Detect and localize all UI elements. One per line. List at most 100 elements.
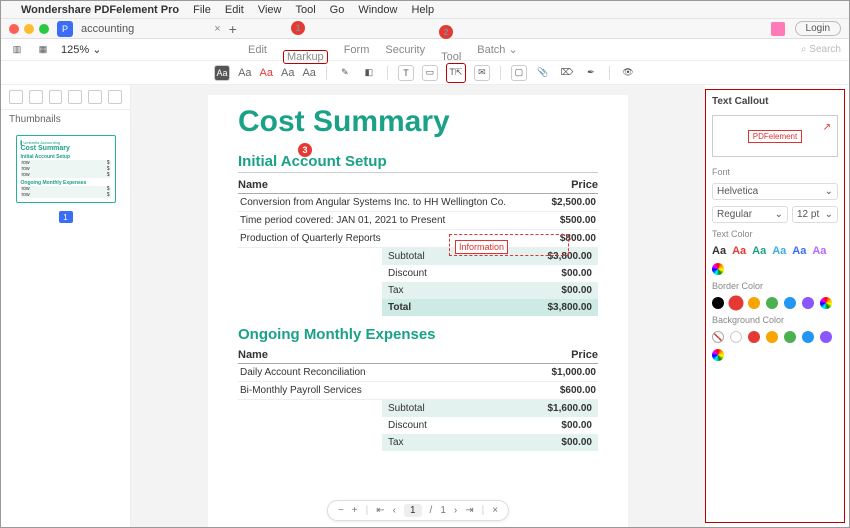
menu-tool[interactable]: Tool: [295, 4, 315, 16]
bg-color-swatch[interactable]: [766, 331, 778, 343]
panel-icon-4[interactable]: [68, 90, 82, 104]
border-color-swatch[interactable]: [712, 297, 724, 309]
tab-close-icon[interactable]: ×: [214, 23, 220, 35]
close-window-icon[interactable]: [9, 24, 19, 34]
page-thumbnail[interactable]: ▌Umbrella Accounting Cost Summary Initia…: [16, 135, 116, 203]
text-style-icon-3[interactable]: Aa: [281, 67, 294, 79]
minimize-window-icon[interactable]: [24, 24, 34, 34]
note-icon[interactable]: ✉: [474, 65, 490, 81]
bgcolor-label: Background Color: [712, 315, 838, 325]
tab-form[interactable]: Form: [344, 44, 370, 56]
table-row: Production of Quarterly Reports$800.00: [238, 230, 598, 248]
eraser-icon[interactable]: ◧: [361, 65, 377, 81]
new-tab-button[interactable]: +: [229, 21, 237, 37]
zoom-window-icon[interactable]: [39, 24, 49, 34]
bg-color-swatch[interactable]: [820, 331, 832, 343]
pdf-page: Cost Summary Initial Account Setup 3 Nam…: [208, 95, 628, 527]
text-color-swatch[interactable]: Aa: [752, 245, 766, 257]
border-color-swatch[interactable]: [730, 297, 742, 309]
pencil-icon[interactable]: ✎: [337, 65, 353, 81]
gift-icon[interactable]: [771, 22, 785, 36]
tab-batch[interactable]: Batch ⌄: [477, 43, 517, 56]
bg-color-swatch[interactable]: [802, 331, 814, 343]
text-callout-annotation[interactable]: Information: [455, 240, 508, 254]
stamp-icon[interactable]: ⌦: [559, 65, 575, 81]
area-icon[interactable]: ▭: [422, 65, 438, 81]
table-row: Bi-Monthly Payroll Services$600.00: [238, 382, 598, 400]
text-color-swatch[interactable]: Aa: [812, 245, 826, 257]
callout-text[interactable]: Information: [455, 240, 508, 254]
menu-help[interactable]: Help: [411, 4, 434, 16]
tab-markup[interactable]: Markup: [283, 50, 328, 64]
prev-page-button[interactable]: ‹: [393, 505, 396, 516]
thumbnail-grid-icon[interactable]: ▦: [35, 42, 51, 58]
last-page-button[interactable]: ⇥: [465, 505, 473, 516]
tab-edit[interactable]: Edit: [248, 44, 267, 56]
attachment-icon[interactable]: 📎: [535, 65, 551, 81]
document-viewport[interactable]: Cost Summary Initial Account Setup 3 Nam…: [131, 85, 705, 527]
panel-icon-3[interactable]: [49, 90, 63, 104]
next-page-button[interactable]: ›: [454, 505, 457, 516]
text-style-icon-4[interactable]: Aa: [302, 67, 315, 79]
panel-icon-1[interactable]: [9, 90, 23, 104]
border-color-swatch[interactable]: [802, 297, 814, 309]
tab-security[interactable]: Security: [385, 44, 425, 56]
page-input[interactable]: 1: [404, 504, 422, 517]
border-color-swatch[interactable]: [766, 297, 778, 309]
markup-toolbar: Aa Aa Aa Aa Aa ✎ ◧ T ▭ T⇱ ✉ ▢ 📎 ⌦ ✒ 👁: [1, 61, 849, 85]
text-style-icon-2[interactable]: Aa: [260, 67, 273, 79]
border-color-swatch[interactable]: [784, 297, 796, 309]
thumbnails-label: Thumbnails: [1, 110, 130, 129]
bg-color-swatch[interactable]: [748, 331, 760, 343]
bg-color-swatch[interactable]: [730, 331, 742, 343]
text-color-swatch[interactable]: Aa: [732, 245, 746, 257]
color-picker-icon[interactable]: [820, 297, 832, 309]
first-page-button[interactable]: ⇤: [376, 505, 384, 516]
document-tab[interactable]: accounting ×: [81, 23, 221, 35]
panel-icon-6[interactable]: [108, 90, 122, 104]
traffic-lights[interactable]: [9, 24, 49, 34]
close-bar-button[interactable]: ×: [492, 505, 498, 516]
table-row: Daily Account Reconciliation$1,000.00: [238, 364, 598, 382]
no-color-swatch[interactable]: [712, 331, 724, 343]
font-size-select[interactable]: 12 pt⌄: [792, 206, 838, 223]
summary-row: Discount$00.00: [382, 265, 598, 282]
text-color-swatch[interactable]: Aa: [772, 245, 786, 257]
shape-rect-icon[interactable]: ▢: [511, 65, 527, 81]
highlight-box-icon[interactable]: Aa: [214, 65, 230, 81]
zoom-out-button[interactable]: −: [338, 505, 344, 516]
zoom-in-button[interactable]: +: [352, 505, 358, 516]
menu-window[interactable]: Window: [358, 4, 397, 16]
sidebar-toggle-icon[interactable]: ▥: [9, 42, 25, 58]
login-button[interactable]: Login: [795, 21, 841, 36]
step-badge-1: 1: [291, 21, 305, 35]
bg-color-swatch[interactable]: [784, 331, 796, 343]
font-label: Font: [712, 167, 838, 177]
summary-row: Subtotal$1,600.00: [382, 400, 598, 417]
text-callout-button[interactable]: T⇱: [446, 63, 466, 83]
menu-edit[interactable]: Edit: [225, 4, 244, 16]
font-family-select[interactable]: Helvetica⌄: [712, 183, 838, 200]
search-input[interactable]: ⌕ Search: [801, 44, 841, 55]
page-total: 1: [440, 505, 446, 516]
panel-icon-2[interactable]: [29, 90, 43, 104]
signature-icon[interactable]: ✒: [583, 65, 599, 81]
tab-tool[interactable]: Tool: [441, 51, 461, 63]
text-color-swatch[interactable]: Aa: [792, 245, 806, 257]
menu-go[interactable]: Go: [330, 4, 345, 16]
border-color-swatches: [712, 297, 838, 309]
border-color-swatch[interactable]: [748, 297, 760, 309]
panel-icon-5[interactable]: [88, 90, 102, 104]
menu-view[interactable]: View: [258, 4, 282, 16]
zoom-dropdown[interactable]: 125% ⌄: [61, 43, 101, 56]
text-style-icon-1[interactable]: Aa: [238, 67, 251, 79]
color-picker-icon[interactable]: [712, 349, 724, 361]
menu-file[interactable]: File: [193, 4, 211, 16]
textbox-icon[interactable]: T: [398, 65, 414, 81]
color-picker-icon[interactable]: [712, 263, 724, 275]
visibility-icon[interactable]: 👁: [620, 65, 636, 81]
font-weight-select[interactable]: Regular⌄: [712, 206, 788, 223]
text-color-swatch[interactable]: Aa: [712, 245, 726, 257]
callout-preview: ↗ PDFelement: [712, 115, 838, 157]
section-heading-1: Initial Account Setup 3: [238, 153, 598, 173]
